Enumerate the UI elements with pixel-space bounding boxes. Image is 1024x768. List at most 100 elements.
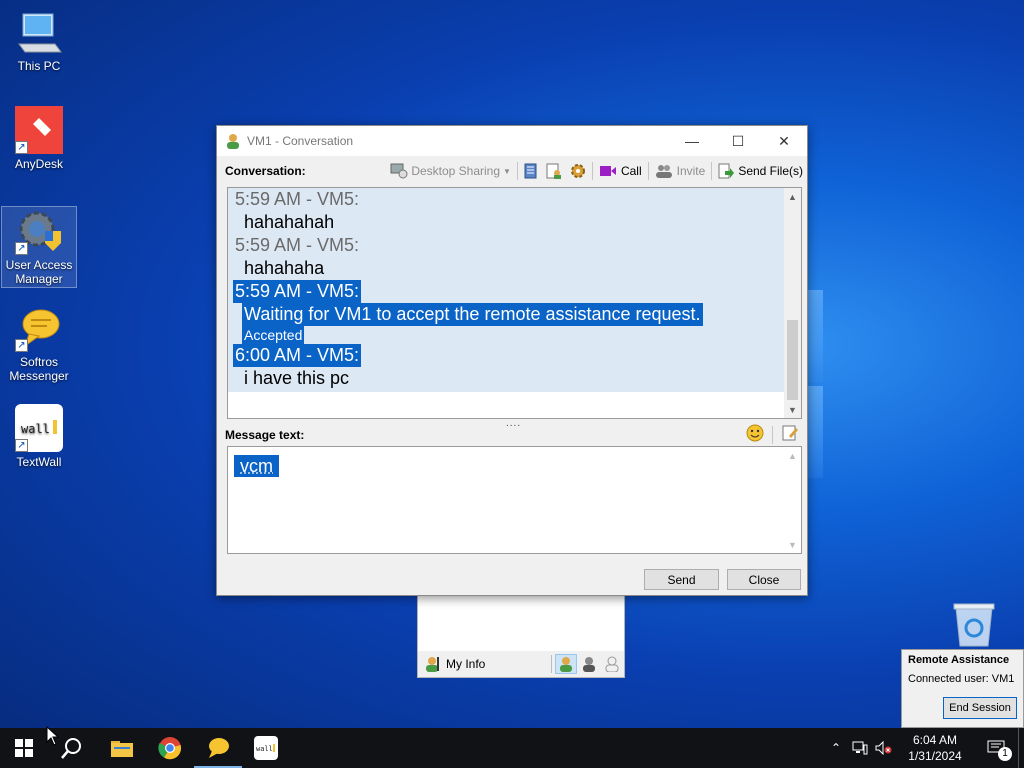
desktop-icon-textwall[interactable]: wall ↗ TextWall xyxy=(1,404,77,469)
message-header-row: 6:00 AM - VM5: xyxy=(228,344,784,367)
message-text: hahahahah xyxy=(244,212,335,232)
shortcut-arrow-icon: ↗ xyxy=(15,439,28,452)
network-icon[interactable] xyxy=(848,728,872,768)
message-text-row: Waiting for VM1 to accept the remote ass… xyxy=(228,303,784,326)
message-input-value: vcm xyxy=(234,455,279,477)
show-desktop-button[interactable] xyxy=(1018,728,1024,768)
contact-status-bar: My Info xyxy=(418,651,624,677)
chrome-icon xyxy=(158,737,182,760)
system-tray: ⌃ 6:04 AM 1/31/2024 1 xyxy=(824,728,1024,768)
desktop-sharing-button[interactable]: Desktop Sharing ▼ xyxy=(386,160,515,182)
windows-logo-icon xyxy=(15,739,33,757)
scroll-up-icon[interactable]: ▲ xyxy=(784,447,801,464)
title-bar[interactable]: VM1 - Conversation — ☐ ✕ xyxy=(217,126,807,156)
contact-list-window: My Info xyxy=(417,596,625,678)
contact-info-button[interactable] xyxy=(542,160,566,182)
toolbar-separator xyxy=(772,425,773,444)
send-files-label: Send File(s) xyxy=(738,164,803,178)
divider xyxy=(551,655,552,673)
edit-note-icon xyxy=(782,425,798,441)
svg-text:wall: wall xyxy=(21,422,50,436)
status-online-icon[interactable] xyxy=(555,654,577,674)
user-icon xyxy=(227,134,239,149)
splitter-handle[interactable]: .... xyxy=(506,418,521,429)
maximize-button[interactable]: ☐ xyxy=(715,126,761,156)
message-scrollbar[interactable]: ▲ ▼ xyxy=(784,447,801,553)
desktop-icon-this-pc[interactable]: This PC xyxy=(1,8,77,73)
message-note-row: Accepted xyxy=(228,326,784,344)
toolbar-separator xyxy=(516,162,518,180)
conversation-scrollbar[interactable]: ▲ ▼ xyxy=(784,188,801,418)
video-camera-icon xyxy=(599,166,616,176)
scroll-down-icon[interactable]: ▼ xyxy=(784,536,801,553)
remote-assistance-title: Remote Assistance xyxy=(908,654,1010,666)
connected-user-text: Connected user: VM1 xyxy=(908,673,1015,685)
end-session-button[interactable]: End Session xyxy=(943,697,1017,719)
clock[interactable]: 6:04 AM 1/31/2024 xyxy=(896,732,974,764)
conversation-history[interactable]: 5:59 AM - VM5: hahahahah 5:59 AM - VM5: … xyxy=(227,187,802,419)
chrome-button[interactable] xyxy=(146,728,194,768)
my-info-label: My Info xyxy=(446,657,486,671)
textwall-icon: wall xyxy=(254,736,278,760)
remote-assistance-panel: Remote Assistance Connected user: VM1 En… xyxy=(901,649,1024,728)
clock-time: 6:04 AM xyxy=(912,733,958,747)
call-button[interactable]: Call xyxy=(595,160,646,182)
status-away-icon[interactable] xyxy=(578,654,600,674)
shortcut-arrow-icon: ↗ xyxy=(15,242,28,255)
message-text: Waiting for VM1 to accept the remote ass… xyxy=(242,303,703,326)
message-header: 6:00 AM - VM5: xyxy=(233,344,362,367)
textwall-button[interactable]: wall xyxy=(242,728,290,768)
conversation-window: VM1 - Conversation — ☐ ✕ Conversation: D… xyxy=(216,125,808,596)
message-header: 5:59 AM - VM5: xyxy=(235,189,360,209)
show-hidden-icons-button[interactable]: ⌃ xyxy=(824,728,848,768)
settings-button[interactable] xyxy=(566,160,590,182)
message-list: 5:59 AM - VM5: hahahahah 5:59 AM - VM5: … xyxy=(228,188,784,392)
notification-badge: 1 xyxy=(998,747,1012,761)
desktop-icon-anydesk[interactable]: ↗ AnyDesk xyxy=(1,106,77,171)
minimize-button[interactable]: — xyxy=(669,126,715,156)
softros-messenger-button[interactable] xyxy=(194,728,242,768)
send-file-icon xyxy=(718,163,735,179)
file-explorer-button[interactable] xyxy=(98,728,146,768)
clock-date: 1/31/2024 xyxy=(908,749,962,763)
start-button[interactable] xyxy=(0,728,48,768)
desktop-icon-label: AnyDesk xyxy=(14,157,64,171)
status-offline-icon[interactable] xyxy=(601,654,623,674)
smiley-icon xyxy=(746,424,764,442)
history-button[interactable] xyxy=(520,160,542,182)
send-button[interactable]: Send xyxy=(644,569,719,590)
close-window-button[interactable]: ✕ xyxy=(761,126,807,156)
invite-button[interactable]: Invite xyxy=(651,160,710,182)
send-files-button[interactable]: Send File(s) xyxy=(714,160,807,182)
emoji-button[interactable] xyxy=(746,424,764,445)
notification-center-button[interactable]: 1 xyxy=(974,728,1018,768)
conversation-label: Conversation: xyxy=(225,164,306,178)
window-title: VM1 - Conversation xyxy=(247,134,354,148)
scrollbar-thumb[interactable] xyxy=(787,320,798,400)
my-info-button[interactable]: My Info xyxy=(424,655,551,673)
desktop-icon-user-access-manager[interactable]: ↗ User Access Manager xyxy=(1,206,77,288)
close-button[interactable]: Close xyxy=(727,569,801,590)
message-input[interactable]: vcm ▲ ▼ xyxy=(227,446,802,554)
invite-users-icon xyxy=(655,165,672,178)
desktop-sharing-icon xyxy=(390,163,408,179)
scroll-up-icon[interactable]: ▲ xyxy=(784,188,801,205)
chat-bubble-icon: ↗ xyxy=(15,304,63,352)
shortcut-arrow-icon: ↗ xyxy=(15,141,28,154)
toolbar-separator xyxy=(711,162,713,180)
scroll-down-icon[interactable]: ▼ xyxy=(784,401,801,418)
user-info-icon xyxy=(426,657,439,672)
message-text: i have this pc xyxy=(244,368,350,388)
format-button[interactable] xyxy=(781,424,799,445)
conversation-toolbar: Conversation: Desktop Sharing ▼ Call Inv… xyxy=(217,156,807,186)
desktop-icon-label: This PC xyxy=(17,59,61,73)
invite-label: Invite xyxy=(676,164,706,178)
message-note: Accepted xyxy=(242,326,305,344)
toolbar-separator xyxy=(647,162,649,180)
volume-muted-icon[interactable] xyxy=(872,728,896,768)
mouse-cursor-icon xyxy=(46,725,60,749)
recycle-bin-icon[interactable] xyxy=(952,602,996,648)
svg-text:wall: wall xyxy=(256,745,273,753)
computer-icon xyxy=(15,8,63,56)
desktop-icon-softros-messenger[interactable]: ↗ Softros Messenger xyxy=(1,304,77,383)
